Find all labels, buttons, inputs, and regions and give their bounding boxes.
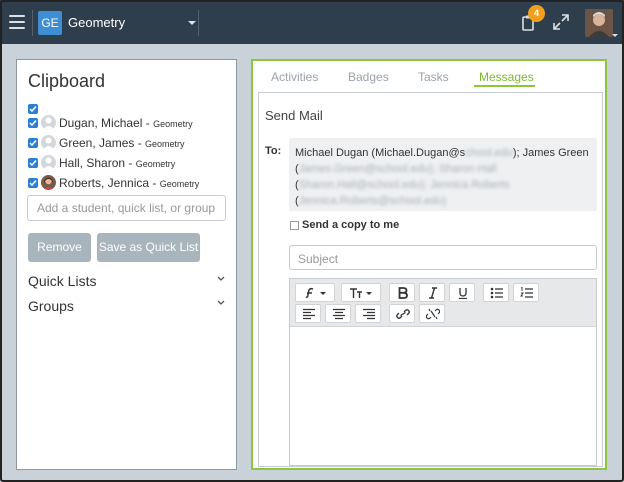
remove-link-button[interactable] [419,304,445,323]
send-copy-checkbox[interactable] [290,221,299,230]
bold-button[interactable] [389,283,415,302]
checkbox[interactable] [28,138,38,148]
student-course: Geometry [145,139,185,149]
select-all-checkbox[interactable] [28,104,38,114]
checkbox[interactable] [28,158,38,168]
numbered-list-icon [520,287,533,298]
tab-bar: Activities Badges Tasks Messages [253,61,605,91]
chevron-down-icon[interactable] [217,300,225,306]
underline-icon [459,288,467,299]
notification-badge[interactable]: 4 [528,5,545,22]
list-item[interactable]: Green, James - Geometry [28,135,228,151]
tab-badges[interactable]: Badges [348,70,389,84]
align-center-button[interactable] [325,304,351,323]
checkbox[interactable] [28,178,38,188]
active-tab-indicator [474,85,535,87]
tab-activities[interactable]: Activities [271,70,318,84]
list-item[interactable]: Hall, Sharon - Geometry [28,155,228,171]
send-mail-form: Send Mail To: Michael Dugan (Michael.Dug… [258,92,603,467]
align-right-button[interactable] [355,304,381,323]
bullet-list-button[interactable] [483,283,509,302]
align-right-icon [363,308,375,320]
panel-title: Clipboard [28,71,106,91]
course-badge[interactable]: GE [38,11,62,35]
checkbox[interactable] [28,118,38,128]
save-quick-list-button[interactable]: Save as Quick List [97,233,200,262]
course-selector[interactable]: Geometry [68,15,125,30]
recipients-field[interactable]: Michael Dugan (Michael.Dugan@school.edu)… [289,138,597,211]
expand-icon[interactable] [552,13,570,31]
underline-button[interactable] [449,283,475,302]
bold-icon [398,287,408,299]
top-bar: GE Geometry 4 [0,0,624,44]
messages-panel: Activities Badges Tasks Messages Send Ma… [251,59,607,470]
message-editor[interactable] [289,278,597,466]
menu-icon[interactable] [9,15,25,29]
add-student-input[interactable]: Add a student, quick list, or group [27,195,226,221]
align-left-button[interactable] [295,304,321,323]
numbered-list-button[interactable] [513,283,539,302]
send-copy-label[interactable]: Send a copy to me [302,219,399,231]
font-family-button[interactable] [295,283,335,302]
user-avatar[interactable] [585,9,613,37]
tab-messages[interactable]: Messages [479,70,534,84]
italic-icon [429,287,437,299]
student-name: Hall, Sharon [59,156,126,170]
text-size-icon [350,288,372,298]
unlink-icon [426,308,440,320]
avatar [41,175,56,190]
insert-link-button[interactable] [389,304,415,323]
avatar [41,135,56,150]
subject-field[interactable]: Subject [289,245,597,270]
divider [32,10,33,36]
align-left-icon [303,308,315,320]
quick-lists-toggle[interactable]: Quick Lists [28,273,96,289]
avatar [41,155,56,170]
align-center-icon [333,308,345,320]
link-icon [396,309,410,319]
page-title: Send Mail [265,108,323,123]
chevron-down-icon[interactable] [188,21,196,25]
avatar [41,115,56,130]
student-course: Geometry [153,119,193,129]
italic-button[interactable] [419,283,445,302]
list-item[interactable]: Roberts, Jennica - Geometry [28,175,228,191]
clipboard-panel: Clipboard Dugan, Michael - Geometry Gree… [16,59,237,470]
tab-tasks[interactable]: Tasks [418,70,449,84]
student-name: Roberts, Jennica [59,176,150,190]
student-course: Geometry [159,179,200,189]
to-label: To: [265,145,282,157]
chevron-down-icon[interactable] [217,276,225,282]
student-name: Dugan, Michael [59,116,143,130]
editor-toolbar [290,279,596,327]
font-icon [305,287,326,298]
student-course: Geometry [135,159,176,169]
bullet-list-icon [490,287,503,299]
student-name: Green, James [59,136,135,150]
chevron-down-icon[interactable] [612,34,618,37]
remove-button[interactable]: Remove [28,233,91,262]
groups-toggle[interactable]: Groups [28,298,74,314]
list-item[interactable]: Dugan, Michael - Geometry [28,115,228,131]
font-size-button[interactable] [341,283,381,302]
divider [198,10,199,36]
